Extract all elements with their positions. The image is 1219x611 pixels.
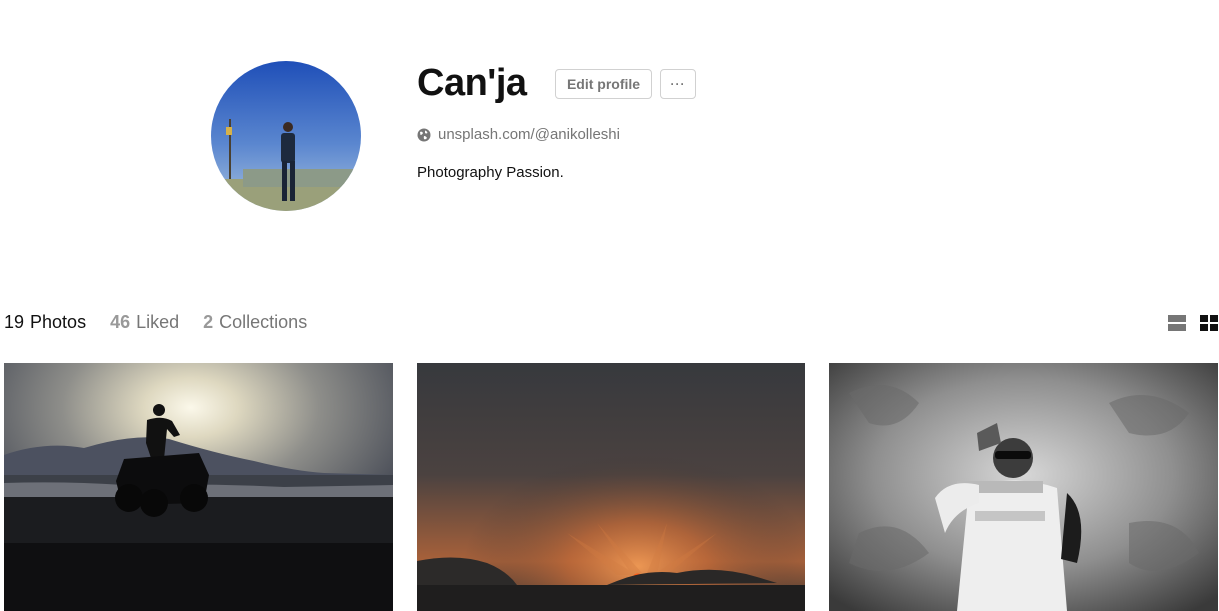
profile-tabs: 19 Photos 46 Liked 2 Collections bbox=[4, 312, 331, 333]
list-view-button[interactable] bbox=[1168, 314, 1186, 337]
photo-orange-sunset bbox=[417, 363, 805, 611]
profile-bio: Photography Passion. bbox=[417, 164, 564, 181]
globe-icon bbox=[417, 128, 431, 141]
tab-collections-count: 2 bbox=[203, 312, 214, 332]
photo-atv-sunset bbox=[4, 363, 393, 611]
photo-card[interactable] bbox=[417, 363, 805, 611]
list-view-icon bbox=[1168, 315, 1186, 331]
profile-link[interactable]: unsplash.com/@anikolleshi bbox=[417, 126, 620, 143]
tab-liked-count: 46 bbox=[110, 312, 131, 332]
grid-view-icon bbox=[1200, 315, 1218, 331]
more-options-icon: ··· bbox=[670, 77, 686, 91]
photo-bw-portrait bbox=[829, 363, 1218, 611]
profile-link-text: unsplash.com/@anikolleshi bbox=[438, 126, 620, 143]
tab-collections-label: Collections bbox=[219, 312, 308, 332]
more-options-button[interactable]: ··· bbox=[660, 69, 696, 99]
tab-photos-count: 19 bbox=[4, 312, 25, 332]
tab-collections[interactable]: 2 Collections bbox=[203, 312, 307, 333]
grid-view-button[interactable] bbox=[1200, 314, 1218, 337]
tab-liked-label: Liked bbox=[136, 312, 180, 332]
profile-name: Can'ja bbox=[417, 62, 527, 104]
photo-card[interactable] bbox=[829, 363, 1218, 611]
tab-liked[interactable]: 46 Liked bbox=[110, 312, 179, 333]
profile-avatar bbox=[211, 61, 361, 211]
photo-card[interactable] bbox=[4, 363, 393, 611]
tab-photos-label: Photos bbox=[30, 312, 87, 332]
edit-profile-button[interactable]: Edit profile bbox=[555, 69, 652, 99]
tab-photos[interactable]: 19 Photos bbox=[4, 312, 86, 333]
